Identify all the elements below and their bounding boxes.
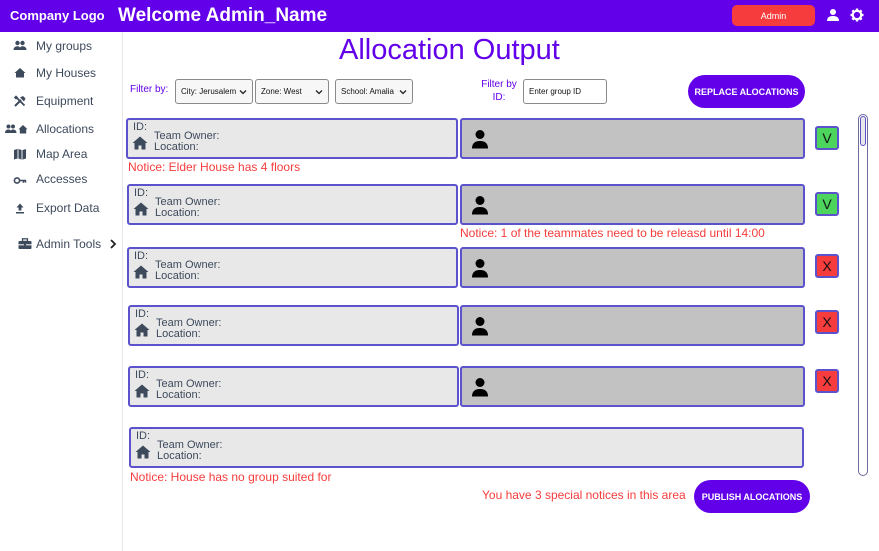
replace-allocations-button[interactable]: REPLACE ALOCATIONS [688, 75, 805, 108]
zone-select[interactable]: Zone: West [255, 79, 329, 104]
sidebar-item-label: Equipment [36, 94, 94, 108]
key-icon [13, 177, 27, 184]
allocation-icon [5, 124, 28, 134]
sidebar-item-my-houses[interactable]: My Houses [0, 62, 123, 84]
sidebar-item-label: Admin Tools [36, 237, 102, 251]
row-notice: Notice: House has no group suited for [130, 470, 332, 484]
upload-icon [16, 203, 24, 214]
house-icon [133, 265, 149, 279]
chevron-right-icon[interactable] [108, 237, 118, 251]
gear-icon[interactable] [850, 8, 864, 22]
group-id-input[interactable] [523, 79, 607, 104]
house-icon [134, 323, 150, 337]
approve-button[interactable]: V [815, 192, 839, 216]
chevron-down-icon [239, 90, 247, 95]
group-icon [13, 40, 27, 50]
location-label: Location: [157, 450, 202, 462]
summary-notice: You have 3 special notices in this area [482, 488, 686, 502]
person-icon [472, 130, 488, 149]
house-id-label: ID: [133, 121, 148, 133]
reject-button[interactable]: X [815, 310, 839, 334]
school-select[interactable]: School: Amalia [335, 79, 413, 104]
admin-button[interactable]: Admin [732, 5, 815, 26]
filter-label: Filter by: [130, 84, 169, 95]
sidebar-item-export-data[interactable]: Export Data [0, 197, 123, 219]
sidebar-item-label: My Houses [36, 66, 97, 80]
tools-icon [13, 95, 26, 107]
sidebar-item-label: Accesses [36, 172, 88, 186]
chevron-down-icon [315, 90, 323, 95]
sidebar-item-label: Allocations [36, 122, 95, 136]
house-card[interactable]: ID: Team Owner: Location: [126, 118, 458, 159]
location-label: Location: [156, 389, 201, 401]
group-slot[interactable] [460, 184, 805, 225]
house-id-label: ID: [136, 430, 151, 442]
top-bar: Company Logo Welcome Admin_Name Admin [0, 0, 879, 32]
group-slot[interactable] [460, 366, 805, 407]
sidebar-item-allocations[interactable]: Allocations [0, 118, 123, 140]
group-slot[interactable] [460, 247, 805, 288]
person-icon [472, 378, 488, 397]
house-icon [134, 384, 150, 398]
sidebar-item-label: Export Data [36, 201, 100, 215]
company-logo: Company Logo [10, 8, 105, 23]
chevron-down-icon [399, 90, 407, 95]
city-select-value: City: Jerusalem [181, 87, 237, 96]
sidebar-item-equipment[interactable]: Equipment [0, 90, 123, 112]
person-icon[interactable] [826, 8, 840, 22]
sidebar-item-label: My groups [36, 39, 93, 53]
sidebar-item-admin-tools[interactable]: Admin Tools [0, 233, 123, 255]
sidebar-item-map-area[interactable]: Map Area [0, 143, 123, 165]
sidebar-item-my-groups[interactable]: My groups [0, 35, 123, 57]
reject-button[interactable]: X [815, 254, 839, 278]
row-notice: Notice: Elder House has 4 floors [128, 160, 301, 174]
location-label: Location: [155, 207, 200, 219]
scrollbar-track[interactable] [858, 114, 868, 476]
city-select[interactable]: City: Jerusalem [175, 79, 253, 104]
reject-button[interactable]: X [815, 369, 839, 393]
house-icon [135, 445, 151, 459]
sidebar: My groups My Houses Equipment Allocation… [0, 32, 123, 551]
house-icon [133, 202, 149, 216]
toolbox-icon [18, 238, 32, 249]
page-title: Allocation Output [339, 34, 560, 66]
person-icon [472, 317, 488, 336]
publish-allocations-button[interactable]: PUBLISH ALOCATIONS [694, 480, 810, 513]
house-id-label: ID: [134, 250, 149, 262]
house-card[interactable]: ID: Team Owner: Location: [129, 427, 804, 468]
welcome-title: Welcome Admin_Name [118, 5, 328, 26]
row-notice: Notice: 1 of the teammates need to be re… [460, 226, 765, 240]
house-card[interactable]: ID: Team Owner: Location: [127, 184, 458, 225]
location-label: Location: [156, 328, 201, 340]
house-id-label: ID: [135, 308, 150, 320]
map-icon [14, 148, 26, 160]
approve-button[interactable]: V [815, 126, 839, 150]
house-id-label: ID: [135, 369, 150, 381]
group-slot[interactable] [460, 118, 805, 159]
zone-select-value: Zone: West [261, 87, 302, 96]
scrollbar-thumb[interactable] [860, 116, 866, 146]
filter-by-id-label: Filter by ID: [481, 79, 517, 103]
house-icon [14, 68, 26, 78]
location-label: Location: [154, 141, 199, 153]
location-label: Location: [155, 270, 200, 282]
sidebar-item-accesses[interactable]: Accesses [0, 168, 123, 190]
group-slot[interactable] [460, 305, 805, 346]
house-id-label: ID: [134, 187, 149, 199]
house-card[interactable]: ID: Team Owner: Location: [128, 366, 459, 407]
house-card[interactable]: ID: Team Owner: Location: [127, 247, 458, 288]
sidebar-item-label: Map Area [36, 147, 88, 161]
school-select-value: School: Amalia [341, 87, 394, 96]
person-icon [472, 259, 488, 278]
house-card[interactable]: ID: Team Owner: Location: [128, 305, 459, 346]
house-icon [132, 136, 148, 150]
person-icon [472, 196, 488, 215]
